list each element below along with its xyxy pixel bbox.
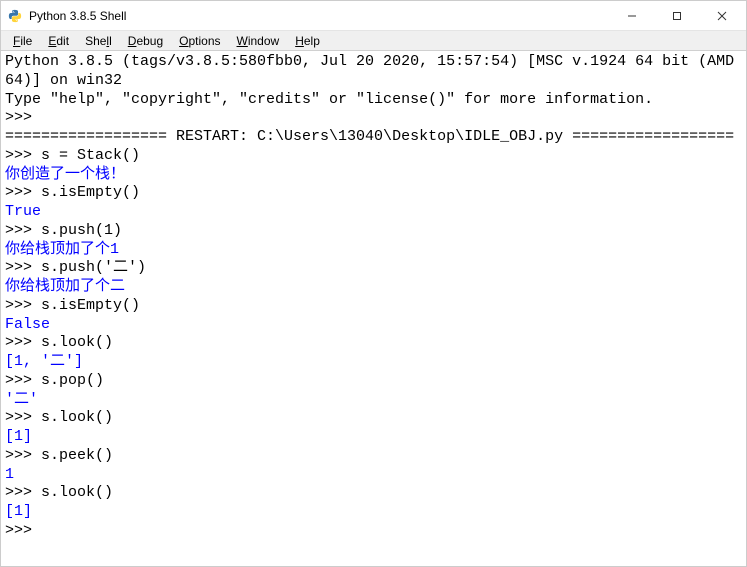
console-line: >>> [5, 109, 742, 128]
menu-options[interactable]: Options [171, 33, 228, 49]
console-line: >>> s.isEmpty() [5, 184, 742, 203]
minimize-button[interactable] [609, 1, 654, 30]
console-line: [1] [5, 428, 742, 447]
close-button[interactable] [699, 1, 744, 30]
menu-debug[interactable]: Debug [120, 33, 171, 49]
console-line: True [5, 203, 742, 222]
maximize-button[interactable] [654, 1, 699, 30]
console-line: False [5, 316, 742, 335]
menu-help[interactable]: Help [287, 33, 328, 49]
menu-file[interactable]: File [5, 33, 40, 49]
console-line: Type "help", "copyright", "credits" or "… [5, 91, 742, 110]
console-line: >>> s = Stack() [5, 147, 742, 166]
menubar: File Edit Shell Debug Options Window Hel… [1, 31, 746, 51]
python-icon [7, 8, 23, 24]
console-line: 你给栈顶加了个1 [5, 241, 742, 260]
console-output[interactable]: Python 3.8.5 (tags/v3.8.5:580fbb0, Jul 2… [1, 51, 746, 543]
console-line: >>> s.push('二') [5, 259, 742, 278]
menu-window[interactable]: Window [229, 33, 288, 49]
console-line: '二' [5, 391, 742, 410]
console-line: >>> [5, 522, 742, 541]
console-line: >>> s.isEmpty() [5, 297, 742, 316]
window-title: Python 3.8.5 Shell [29, 9, 609, 23]
console-line: >>> s.pop() [5, 372, 742, 391]
console-line: [1] [5, 503, 742, 522]
window-controls [609, 1, 744, 30]
console-line: 1 [5, 466, 742, 485]
console-line: ================== RESTART: C:\Users\130… [5, 128, 742, 147]
console-line: [1, '二'] [5, 353, 742, 372]
menu-edit[interactable]: Edit [40, 33, 77, 49]
console-line: >>> s.look() [5, 334, 742, 353]
console-line: 你给栈顶加了个二 [5, 278, 742, 297]
console-line: >>> s.look() [5, 484, 742, 503]
titlebar: Python 3.8.5 Shell [1, 1, 746, 31]
console-line: >>> s.peek() [5, 447, 742, 466]
menu-shell[interactable]: Shell [77, 33, 120, 49]
console-line: Python 3.8.5 (tags/v3.8.5:580fbb0, Jul 2… [5, 53, 742, 91]
console-line: 你创造了一个栈！ [5, 166, 742, 185]
console-line: >>> s.look() [5, 409, 742, 428]
console-line: >>> s.push(1) [5, 222, 742, 241]
